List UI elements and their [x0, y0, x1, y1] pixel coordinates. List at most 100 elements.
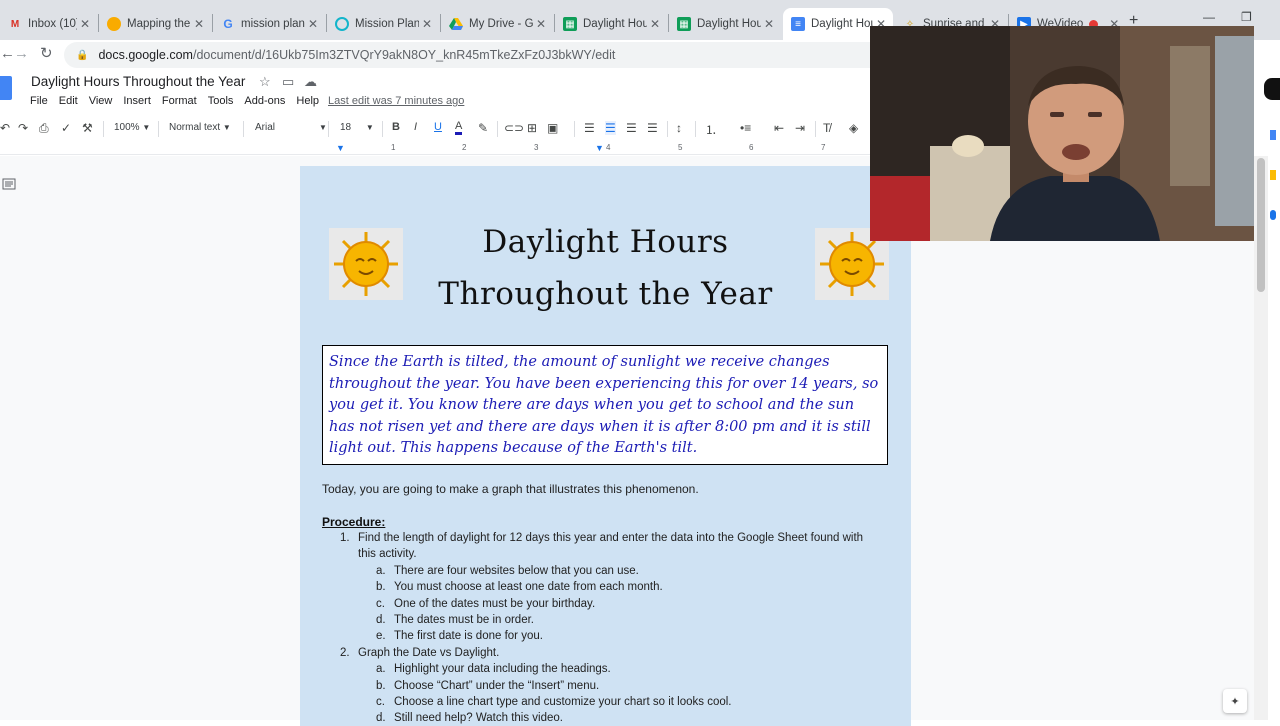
docs-logo-icon[interactable]: [0, 76, 12, 100]
lock-icon: 🔒: [76, 49, 89, 61]
last-edit-link[interactable]: Last edit was 7 minutes ago: [328, 95, 464, 107]
undo-icon[interactable]: ↶: [0, 121, 10, 135]
bold-icon[interactable]: B: [392, 121, 400, 133]
gmail-icon: M: [10, 18, 20, 30]
toolbar-divider: [695, 121, 696, 137]
keep-icon[interactable]: [1270, 170, 1276, 180]
close-icon[interactable]: ✕: [533, 17, 549, 31]
sub-list-letter: a.: [376, 565, 386, 577]
list-number: 2.: [340, 647, 350, 659]
close-icon[interactable]: ✕: [419, 17, 435, 31]
paint-format-icon[interactable]: ⚒: [82, 121, 93, 135]
tab-my-drive[interactable]: My Drive - Go ✕: [441, 8, 553, 40]
close-icon[interactable]: ✕: [77, 17, 93, 31]
tab-label: Daylight Hou: [583, 18, 647, 30]
account-avatar[interactable]: [1264, 78, 1280, 100]
forward-icon[interactable]: →: [14, 45, 29, 62]
zoom-select[interactable]: 100% ▼: [114, 122, 150, 133]
toolbar-divider: [667, 121, 668, 137]
sub-list-item: Still need help? Watch this video.: [394, 712, 563, 724]
mapping-icon: [107, 17, 121, 31]
font-select[interactable]: Arial ▼: [255, 122, 327, 133]
spellcheck-icon[interactable]: ✓: [61, 121, 71, 135]
zoom-value: 100%: [114, 122, 140, 133]
document-outline-icon[interactable]: [2, 178, 16, 190]
side-panel: [1268, 70, 1280, 720]
document-heading-line2: Throughout the Year: [438, 276, 773, 312]
toolbar-divider: [574, 121, 575, 137]
menu-edit[interactable]: Edit: [59, 95, 78, 107]
style-select[interactable]: Normal text ▼: [169, 122, 231, 133]
print-icon[interactable]: ⎙: [39, 121, 49, 136]
menu-insert[interactable]: Insert: [123, 95, 151, 107]
tab-label: My Drive - Go: [469, 18, 533, 30]
list-number: 1.: [340, 532, 350, 544]
docs-icon: ≡: [791, 17, 805, 31]
ruler-number: 1: [391, 143, 396, 152]
calendar-icon[interactable]: [1270, 210, 1276, 220]
toolbar-divider: [158, 121, 159, 137]
minimize-icon[interactable]: —: [1203, 10, 1215, 24]
explore-button[interactable]: ✦: [1223, 689, 1247, 713]
close-icon[interactable]: ✕: [761, 17, 777, 31]
add-comment-icon[interactable]: ⊞: [527, 121, 537, 135]
tab-mission-planner[interactable]: Mission Plann ✕: [327, 8, 439, 40]
menu-file[interactable]: File: [30, 95, 48, 107]
underline-icon[interactable]: U: [434, 121, 442, 133]
align-center-icon[interactable]: ☰: [605, 121, 616, 135]
left-indent-marker[interactable]: ▼: [336, 143, 345, 153]
scrollbar-thumb[interactable]: [1257, 158, 1265, 292]
line-spacing-icon[interactable]: ↕: [676, 121, 682, 135]
mission-icon: [335, 17, 349, 31]
sheets-icon: ▦: [677, 17, 691, 31]
justify-icon[interactable]: ☰: [647, 121, 658, 135]
fill-color-icon[interactable]: ◈: [849, 121, 858, 135]
tab-mapping[interactable]: Mapping the ✕: [99, 8, 211, 40]
tab-mission-search[interactable]: G mission plann ✕: [213, 8, 325, 40]
menu-view[interactable]: View: [89, 95, 113, 107]
increase-indent-icon[interactable]: ⇥: [795, 121, 805, 135]
menu-format[interactable]: Format: [162, 95, 197, 107]
document-title[interactable]: Daylight Hours Throughout the Year: [31, 74, 245, 89]
tab-daylight-sheet-2[interactable]: ▦ Daylight Hou ✕: [669, 8, 781, 40]
clear-formatting-icon[interactable]: T̸: [823, 121, 830, 135]
menu-addons[interactable]: Add-ons: [244, 95, 285, 107]
close-icon[interactable]: ✕: [647, 17, 663, 31]
close-icon[interactable]: ✕: [305, 17, 321, 31]
font-size-select[interactable]: 18 ▼: [340, 122, 374, 133]
menu-help[interactable]: Help: [296, 95, 319, 107]
move-folder-icon[interactable]: ▭: [282, 74, 294, 90]
sub-list-item: The dates must be in order.: [394, 614, 534, 626]
sub-list-item: Choose “Chart” under the “Insert” menu.: [394, 680, 600, 692]
tab-inbox[interactable]: M Inbox (10) - b ✕: [0, 8, 97, 40]
link-icon[interactable]: ⊂⊃: [504, 121, 524, 135]
decrease-indent-icon[interactable]: ⇤: [774, 121, 784, 135]
ruler: ▼ ▼ 1 2 3 4 5 6 7: [0, 141, 870, 155]
menu-tools[interactable]: Tools: [208, 95, 234, 107]
close-icon[interactable]: ✕: [191, 17, 207, 31]
tab-daylight-sheet-1[interactable]: ▦ Daylight Hou ✕: [555, 8, 667, 40]
style-value: Normal text: [169, 122, 221, 133]
ruler-number: 2: [462, 143, 467, 152]
right-indent-marker[interactable]: ▼: [595, 143, 604, 153]
back-icon[interactable]: ←: [0, 45, 15, 62]
numbered-list-icon[interactable]: ⒈: [705, 121, 717, 138]
star-icon[interactable]: ☆: [259, 74, 271, 90]
align-right-icon[interactable]: ☰: [626, 121, 637, 135]
text-color-icon[interactable]: A: [455, 121, 463, 135]
font-size-value: 18: [340, 122, 352, 133]
italic-icon[interactable]: I: [414, 121, 417, 133]
url-host: docs.google.com: [98, 48, 193, 62]
insert-image-icon[interactable]: ▣: [547, 121, 558, 135]
toolbar-divider: [328, 121, 329, 137]
ruler-number: 4: [606, 143, 611, 152]
highlight-icon[interactable]: ✎: [478, 121, 488, 135]
tasks-icon[interactable]: [1270, 130, 1276, 140]
bulleted-list-icon[interactable]: •≡: [740, 121, 751, 135]
reload-icon[interactable]: ↻: [40, 44, 53, 62]
restore-icon[interactable]: ❐: [1241, 10, 1252, 24]
font-value: Arial: [255, 122, 276, 133]
sub-list-item: You must choose at least one date from e…: [394, 581, 663, 593]
align-left-icon[interactable]: ☰: [584, 121, 595, 135]
redo-icon[interactable]: ↷: [18, 121, 28, 135]
